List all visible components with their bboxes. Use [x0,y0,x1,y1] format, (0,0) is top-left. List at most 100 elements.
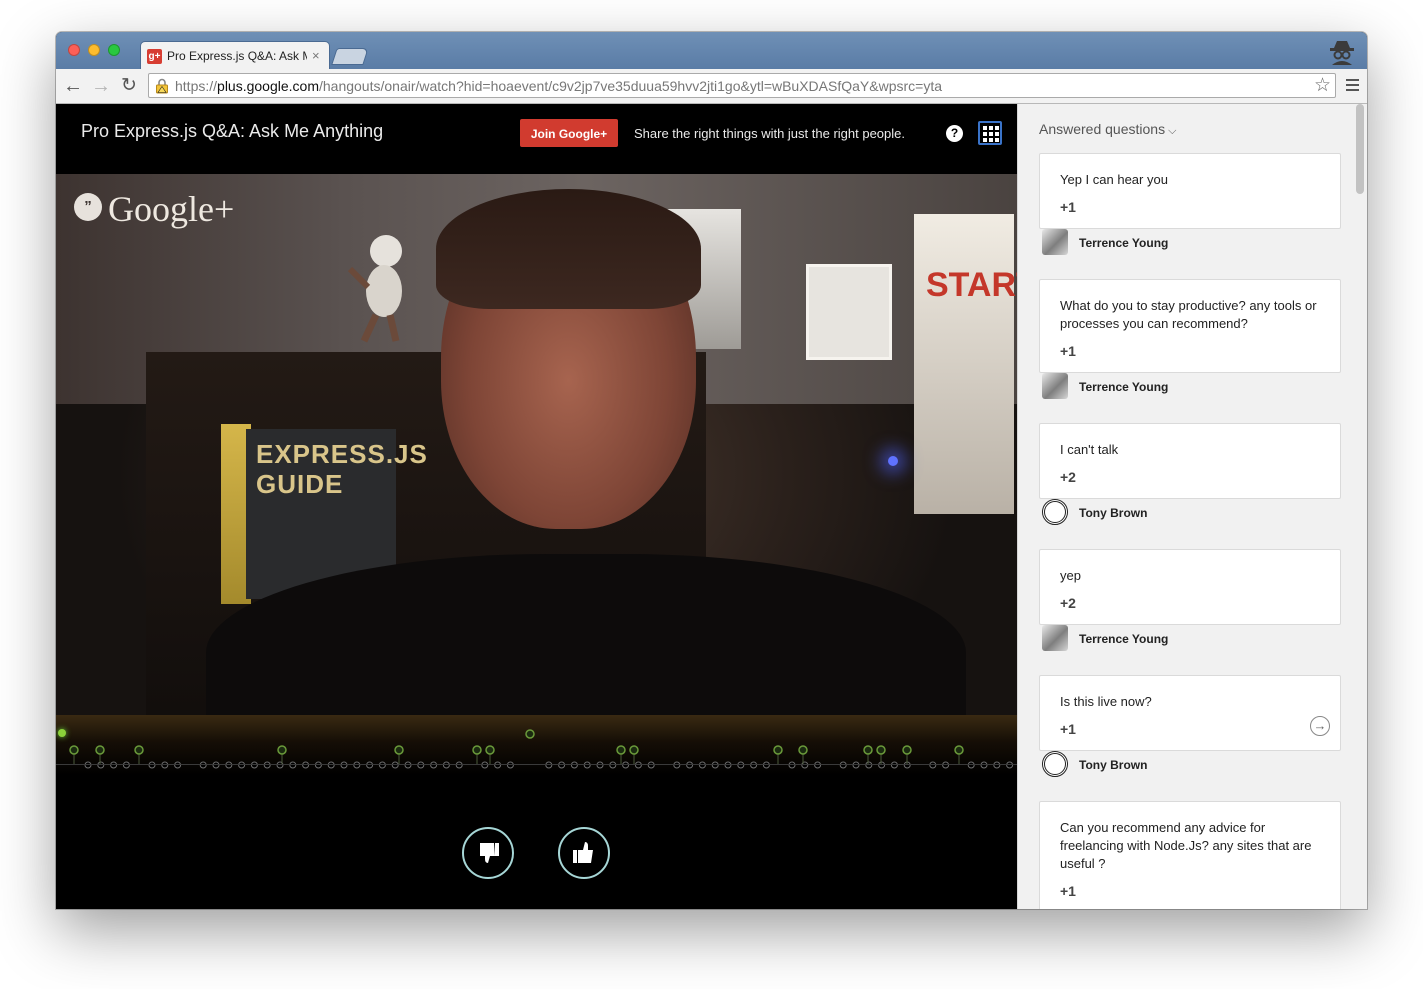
question-card[interactable]: Is this live now? +1 → [1039,675,1341,751]
timeline-question-marker[interactable] [134,745,144,755]
browser-toolbar: ← → ↻ https://plus.google.com/hangouts/o… [56,69,1367,104]
tab-close-icon[interactable]: × [312,48,320,63]
video-poster [914,214,1014,514]
vote-count: +2 [1060,595,1076,611]
question-card[interactable]: yep +2 [1039,549,1341,625]
thumbs-down-button[interactable] [462,827,514,879]
tab-strip: g+ Pro Express.js Q&A: Ask Me Anything × [56,32,1367,69]
timeline-tick [238,761,246,769]
avatar[interactable] [1042,373,1068,399]
timeline-tick [993,761,1001,769]
vote-count: +1 [1060,721,1076,737]
timeline-question-marker[interactable] [95,745,105,755]
question-author: Terrence Young [1039,625,1341,675]
avatar[interactable] [1042,229,1068,255]
video-picture-frame [806,264,892,360]
timeline-question-marker[interactable] [629,745,639,755]
timeline-question-marker[interactable] [485,745,495,755]
question-card[interactable]: Can you recommend any advice for freelan… [1039,801,1341,909]
maximize-window-button[interactable] [108,44,120,56]
timeline-tick [289,761,297,769]
forward-arrow-icon[interactable]: → [88,73,114,99]
browser-tab[interactable]: g+ Pro Express.js Q&A: Ask Me Anything × [140,41,330,69]
join-google-plus-button[interactable]: Join Google+ [520,119,618,147]
vote-count: +2 [1060,469,1076,485]
timeline-question-marker[interactable] [954,745,964,755]
reload-icon[interactable]: ↻ [116,73,142,99]
timeline-tick [122,761,130,769]
timeline-question-marker[interactable] [902,745,912,755]
event-title: Pro Express.js Q&A: Ask Me Anything [81,121,384,141]
new-tab-button[interactable] [331,48,369,65]
timeline-question-marker[interactable] [69,745,79,755]
hangout-page: Pro Express.js Q&A: Ask Me Anything Join… [56,104,1367,909]
question-author: Terrence Young [1039,229,1341,279]
answered-questions-label: Answered questions [1039,121,1166,137]
hangouts-quote-icon: ” [74,193,102,221]
timeline-tick [225,761,233,769]
bookmark-star-icon[interactable]: ☆ [1314,74,1331,97]
avatar[interactable] [1042,499,1068,525]
timeline-tick [545,761,553,769]
promo-tagline: Share the right things with just the rig… [634,126,905,141]
video-player[interactable]: START EXPRESS.JS GUIDE ” Google+ [56,174,1017,715]
timeline-tick [622,761,630,769]
incognito-icon [1330,41,1354,65]
timeline-tick [737,761,745,769]
timeline-markers[interactable] [56,715,1017,775]
timeline-question-marker[interactable] [394,745,404,755]
question-text: Yep I can hear you [1060,172,1168,187]
timeline-tick [391,761,399,769]
sidebar-scrollbar[interactable] [1356,104,1364,194]
author-name[interactable]: Terrence Young [1079,632,1168,646]
video-person-body [206,554,966,715]
timeline-tick [852,761,860,769]
answered-questions-filter[interactable]: Answered questions ⌵ [1039,121,1176,138]
author-name[interactable]: Terrence Young [1079,380,1168,394]
questions-sidebar: Answered questions ⌵ Yep I can hear you +1… [1017,104,1367,909]
timeline-tick [724,761,732,769]
question-card[interactable]: Yep I can hear you +1 [1039,153,1341,229]
author-name[interactable]: Tony Brown [1079,506,1147,520]
timeline-question-marker[interactable] [773,745,783,755]
timeline-question-marker[interactable] [277,745,287,755]
author-name[interactable]: Tony Brown [1079,758,1147,772]
thumbs-up-icon [573,842,593,863]
video-timeline[interactable] [56,715,1017,775]
timeline-tick [378,761,386,769]
timeline-tick [711,761,719,769]
avatar[interactable] [1042,751,1068,777]
timeline-tick [980,761,988,769]
timeline-question-marker[interactable] [876,745,886,755]
question-card[interactable]: I can't talk +2 [1039,423,1341,499]
timeline-tick [698,761,706,769]
author-name[interactable]: Terrence Young [1079,236,1168,250]
thumbs-up-button[interactable] [558,827,610,879]
timeline-tick [430,761,438,769]
lock-warning-icon[interactable] [155,78,169,94]
help-icon[interactable]: ? [946,125,963,142]
timeline-question-marker[interactable] [616,745,626,755]
share-arrow-icon[interactable]: → [1310,716,1330,736]
timeline-playhead[interactable] [58,729,66,737]
minimize-window-button[interactable] [88,44,100,56]
timeline-tick [890,761,898,769]
question-author: Tony Brown [1039,499,1341,549]
timeline-tick [570,761,578,769]
avatar[interactable] [1042,625,1068,651]
close-window-button[interactable] [68,44,80,56]
timeline-tick [788,761,796,769]
timeline-question-marker[interactable] [525,729,535,739]
google-plus-logo-text: Google+ [108,189,235,229]
hamburger-menu-icon[interactable] [1343,76,1363,96]
timeline-tick [583,761,591,769]
back-arrow-icon[interactable]: ← [60,73,86,99]
timeline-tick [942,761,950,769]
apps-grid-icon[interactable] [978,121,1002,145]
address-bar[interactable]: https://plus.google.com/hangouts/onair/w… [148,73,1336,98]
timeline-question-marker[interactable] [798,745,808,755]
timeline-question-marker[interactable] [472,745,482,755]
timeline-tick [878,761,886,769]
question-card[interactable]: What do you to stay productive? any tool… [1039,279,1341,373]
timeline-question-marker[interactable] [863,745,873,755]
